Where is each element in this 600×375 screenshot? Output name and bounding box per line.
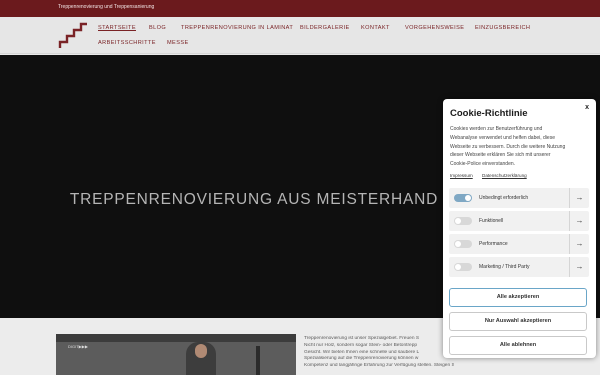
accept-all-button[interactable]: Alle akzeptieren [449,288,587,307]
video-top-bar [56,334,296,342]
stairs-logo-icon[interactable] [58,22,88,50]
hero-headline: TREPPENRENOVIERUNG AUS MEISTERHAND [69,191,439,208]
nav-item-vorgehensweise[interactable]: Vorgehensweise [405,25,464,31]
arrow-right-icon[interactable]: → [569,188,589,208]
nav-item-blog[interactable]: Blog [149,25,166,31]
reject-all-button[interactable]: Alle ablehnen [449,336,587,355]
cookie-description-line: Cookie-Police einverstanden. [450,161,516,168]
arrow-right-icon[interactable]: → [569,234,589,254]
option-label: Performance [479,241,508,247]
toggle-functional[interactable] [454,217,472,225]
cookie-description-line: Cookies werden zur Benutzerführung und [450,126,543,132]
cookie-option-performance: Performance → [449,234,589,254]
cookie-option-functional: Funktionell → [449,211,589,231]
cookie-description: Cookies werden zur Benutzerführung und W… [450,125,590,169]
nav-item-einzugsbereich[interactable]: Einzugsbereich [475,25,530,31]
intro-line: Gesicht. Wir bieten Ihnen eine schnelle … [304,349,420,355]
cookie-option-marketing: Marketing / Third Party → [449,257,589,277]
cookie-title: Cookie-Richtlinie [450,108,528,119]
datenschutz-link[interactable]: Datenschutzerklärung [482,173,527,178]
video-stand [256,346,260,375]
option-label: Marketing / Third Party [479,264,530,270]
intro-line: Spezialisierung auf die Treppenrenovieru… [304,356,419,362]
cookie-description-line: Webseite zu verbessern. Durch die weiter… [450,143,566,150]
accept-selection-button[interactable]: Nur Auswahl akzeptieren [449,312,587,331]
arrow-right-icon[interactable]: → [569,211,589,231]
top-bar: Treppenrenovierung und Treppensanierung [0,0,600,17]
cookie-description-line: dieser Webseite erklären Sie sich mit un… [450,152,551,159]
top-bar-text: Treppenrenovierung und Treppensanierung [58,4,155,10]
video-label: DIGIT▶▶▶ [68,344,88,349]
cookie-option-necessary: Unbedingt erforderlich → [449,188,589,208]
nav-item-kontakt[interactable]: Kontakt [361,25,390,31]
toggle-marketing[interactable] [454,263,472,271]
intro-text: Treppenrenovierung ist unser Spezialgebi… [304,336,454,370]
close-icon[interactable]: x [585,104,589,111]
intro-line: Kompetenz und langjährige Erfahrung zur … [304,363,454,369]
main-navigation: Startseite Blog Treppenrenovierung in La… [0,17,600,54]
option-label: Funktionell [479,218,504,224]
impressum-link[interactable]: Impressum [450,173,473,178]
arrow-right-icon[interactable]: → [569,257,589,277]
nav-item-messe[interactable]: Messe [167,40,189,46]
intro-line: Nicht nur Holz, sondern sogar Stein- ode… [304,342,418,348]
toggle-performance[interactable] [454,240,472,248]
nav-item-startseite[interactable]: Startseite [98,25,136,31]
nav-item-bildergalerie[interactable]: Bildergalerie [300,25,350,31]
cookie-dialog: x Cookie-Richtlinie Cookies werden zur B… [443,99,596,358]
cookie-description-line: Webanalyse verwendet und helfen dabei, d… [450,134,555,141]
video-player[interactable]: DIGIT▶▶▶ [56,334,296,375]
nav-item-laminat[interactable]: Treppenrenovierung in Laminat [181,25,293,31]
video-person-head [195,344,207,358]
cookie-links: Impressum Datenschutzerklärung [450,173,535,178]
intro-line: Treppenrenovierung ist unser Spezialgebi… [304,336,420,341]
nav-item-arbeitsschritte[interactable]: Arbeitsschritte [98,40,156,46]
toggle-necessary[interactable] [454,194,472,202]
option-label: Unbedingt erforderlich [479,195,529,201]
